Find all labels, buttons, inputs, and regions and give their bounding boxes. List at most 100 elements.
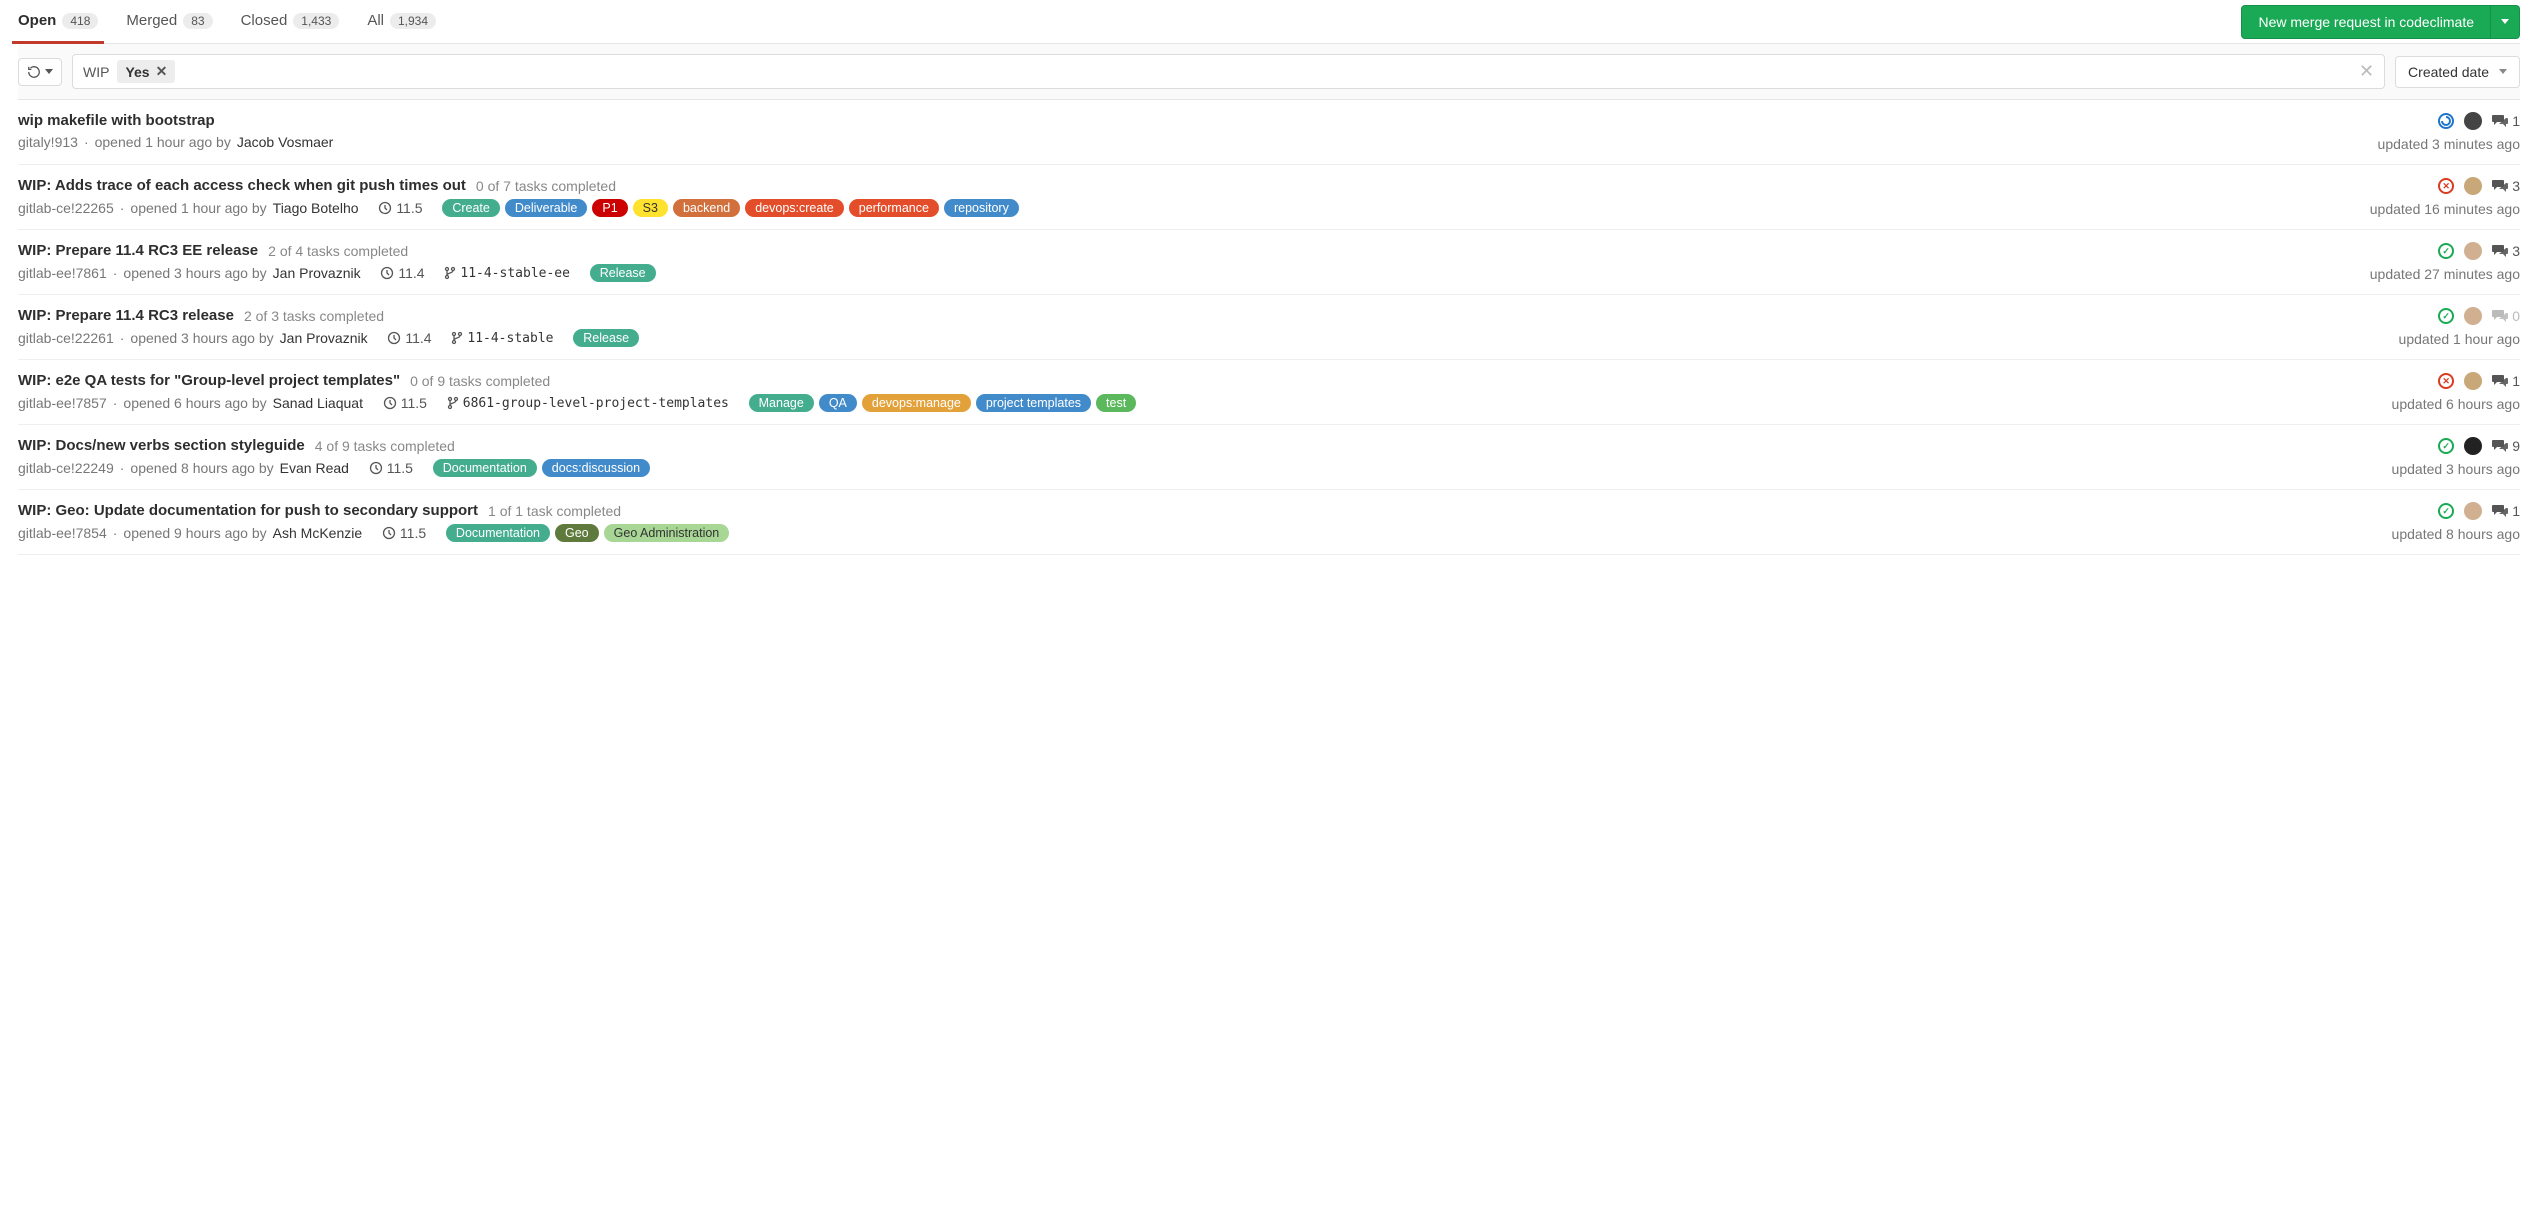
remove-filter-icon[interactable]: ✕: [156, 63, 168, 80]
assignee-avatar[interactable]: [2464, 502, 2482, 520]
mr-title-link[interactable]: WIP: e2e QA tests for "Group-level proje…: [18, 372, 400, 389]
comments-count[interactable]: 3: [2492, 243, 2520, 259]
task-status: 0 of 7 tasks completed: [476, 178, 616, 194]
label[interactable]: test: [1096, 394, 1136, 412]
assignee-avatar[interactable]: [2464, 437, 2482, 455]
label[interactable]: P1: [592, 199, 627, 217]
label[interactable]: performance: [849, 199, 939, 217]
tab-open-label: Open: [18, 12, 56, 29]
author-link[interactable]: Evan Read: [280, 460, 349, 476]
pipeline-passed-icon[interactable]: ✓: [2438, 243, 2454, 259]
assignee-avatar[interactable]: [2464, 242, 2482, 260]
new-merge-request-dropdown[interactable]: [2491, 5, 2520, 39]
mr-title-link[interactable]: WIP: Prepare 11.4 RC3 release: [18, 307, 234, 324]
label[interactable]: docs:discussion: [542, 459, 650, 477]
author-link[interactable]: Jacob Vosmaer: [237, 134, 334, 150]
branch[interactable]: 11-4-stable-ee: [444, 266, 570, 281]
pipeline-failed-icon[interactable]: ✕: [2438, 178, 2454, 194]
comments-count[interactable]: 0: [2492, 308, 2520, 324]
author-link[interactable]: Sanad Liaquat: [273, 395, 363, 411]
comments-count[interactable]: 1: [2492, 503, 2520, 519]
label[interactable]: project templates: [976, 394, 1091, 412]
mr-title-link[interactable]: wip makefile with bootstrap: [18, 112, 215, 129]
new-merge-request-button[interactable]: New merge request in codeclimate: [2241, 5, 2491, 39]
tab-closed[interactable]: Closed 1,433: [241, 0, 340, 43]
comments-icon: [2492, 374, 2508, 388]
updated-at: updated 3 minutes ago: [2378, 136, 2520, 152]
label[interactable]: QA: [819, 394, 857, 412]
comments-count[interactable]: 3: [2492, 178, 2520, 194]
pipeline-failed-icon[interactable]: ✕: [2438, 373, 2454, 389]
mr-reference[interactable]: gitlab-ce!22261: [18, 330, 114, 346]
assignee-avatar[interactable]: [2464, 177, 2482, 195]
mr-title-link[interactable]: WIP: Geo: Update documentation for push …: [18, 502, 478, 519]
pipeline-passed-icon[interactable]: ✓: [2438, 438, 2454, 454]
pipeline-passed-icon[interactable]: ✓: [2438, 308, 2454, 324]
comments-icon: [2492, 179, 2508, 193]
opened-text: opened 3 hours ago by: [123, 265, 266, 281]
comments-icon: [2492, 244, 2508, 258]
filter-value-chip[interactable]: Yes ✕: [117, 60, 175, 83]
filter-search-input[interactable]: WIP Yes ✕ ✕: [72, 54, 2385, 89]
label[interactable]: Geo Administration: [604, 524, 730, 542]
sort-dropdown[interactable]: Created date: [2395, 56, 2520, 88]
author-link[interactable]: Jan Provaznik: [273, 265, 361, 281]
tab-all[interactable]: All 1,934: [367, 0, 436, 43]
comments-count[interactable]: 1: [2492, 113, 2520, 129]
milestone[interactable]: 11.5: [383, 395, 427, 411]
comments-count[interactable]: 1: [2492, 373, 2520, 389]
branch[interactable]: 6861-group-level-project-templates: [447, 396, 729, 411]
label[interactable]: backend: [673, 199, 740, 217]
mr-reference[interactable]: gitlab-ee!7861: [18, 265, 107, 281]
label[interactable]: Release: [573, 329, 639, 347]
author-link[interactable]: Ash McKenzie: [273, 525, 362, 541]
label[interactable]: Manage: [749, 394, 814, 412]
filter-key: WIP: [83, 64, 109, 80]
pipeline-running-icon[interactable]: [2438, 113, 2454, 129]
pipeline-passed-icon[interactable]: ✓: [2438, 503, 2454, 519]
label[interactable]: Create: [442, 199, 500, 217]
tab-merged[interactable]: Merged 83: [126, 0, 212, 43]
label[interactable]: devops:create: [745, 199, 844, 217]
mr-title-link[interactable]: WIP: Adds trace of each access check whe…: [18, 177, 466, 194]
label[interactable]: Release: [590, 264, 656, 282]
comments-count[interactable]: 9: [2492, 438, 2520, 454]
tab-open-count: 418: [62, 13, 98, 29]
milestone[interactable]: 11.4: [387, 330, 431, 346]
branch-icon: [447, 396, 459, 410]
updated-at: updated 3 hours ago: [2392, 461, 2520, 477]
label[interactable]: Geo: [555, 524, 599, 542]
branch-icon: [444, 266, 456, 280]
milestone[interactable]: 11.4: [380, 265, 424, 281]
mr-reference[interactable]: gitlab-ce!22265: [18, 200, 114, 216]
branch[interactable]: 11-4-stable: [451, 331, 553, 346]
merge-request-row: WIP: e2e QA tests for "Group-level proje…: [18, 360, 2520, 425]
label[interactable]: Deliverable: [505, 199, 588, 217]
author-link[interactable]: Jan Provaznik: [280, 330, 368, 346]
tab-open[interactable]: Open 418: [18, 0, 98, 43]
caret-down-icon: [45, 69, 53, 74]
milestone[interactable]: 11.5: [382, 525, 426, 541]
author-link[interactable]: Tiago Botelho: [273, 200, 359, 216]
mr-reference[interactable]: gitlab-ce!22249: [18, 460, 114, 476]
assignee-avatar[interactable]: [2464, 112, 2482, 130]
mr-title-link[interactable]: WIP: Docs/new verbs section styleguide: [18, 437, 305, 454]
label[interactable]: Documentation: [446, 524, 550, 542]
search-history-button[interactable]: [18, 58, 62, 86]
filter-bar: WIP Yes ✕ ✕ Created date: [18, 44, 2520, 100]
label[interactable]: Documentation: [433, 459, 537, 477]
mr-reference[interactable]: gitaly!913: [18, 134, 78, 150]
mr-title-link[interactable]: WIP: Prepare 11.4 RC3 EE release: [18, 242, 258, 259]
milestone[interactable]: 11.5: [378, 200, 422, 216]
milestone-icon: [383, 396, 397, 410]
mr-reference[interactable]: gitlab-ee!7854: [18, 525, 107, 541]
milestone-icon: [369, 461, 383, 475]
mr-reference[interactable]: gitlab-ee!7857: [18, 395, 107, 411]
label[interactable]: S3: [633, 199, 668, 217]
assignee-avatar[interactable]: [2464, 307, 2482, 325]
label[interactable]: devops:manage: [862, 394, 971, 412]
assignee-avatar[interactable]: [2464, 372, 2482, 390]
milestone[interactable]: 11.5: [369, 460, 413, 476]
label[interactable]: repository: [944, 199, 1019, 217]
clear-search-icon[interactable]: ✕: [2359, 61, 2374, 82]
